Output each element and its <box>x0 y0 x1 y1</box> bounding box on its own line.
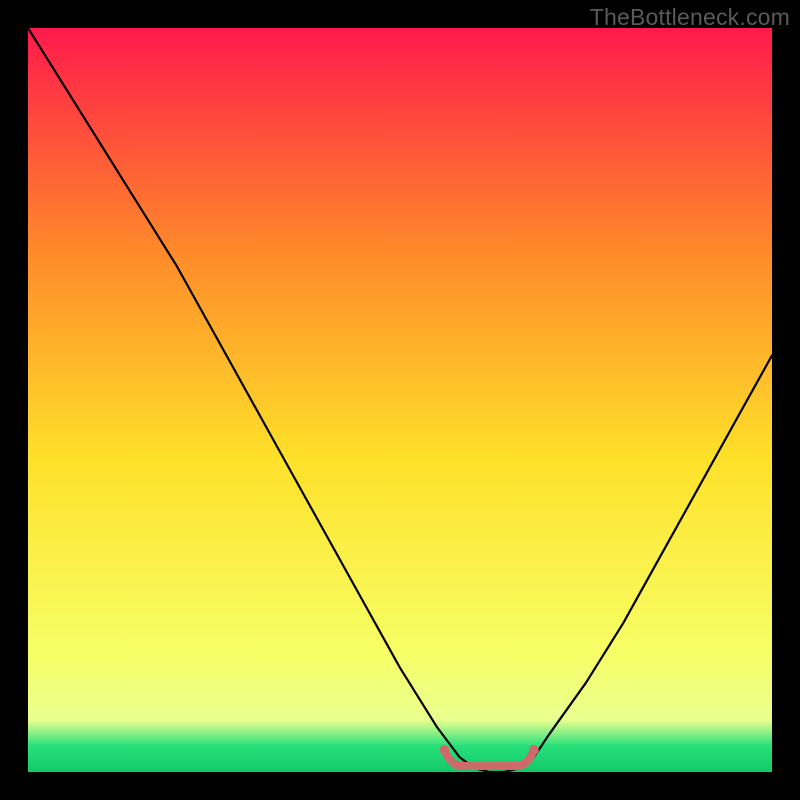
optimal-range-start-dot <box>440 745 450 755</box>
plot-area <box>28 28 772 772</box>
watermark-text: TheBottleneck.com <box>590 4 790 31</box>
gradient-background <box>28 28 772 772</box>
optimal-range-end-dot <box>529 745 539 755</box>
chart-frame: TheBottleneck.com <box>0 0 800 800</box>
chart-svg <box>28 28 772 772</box>
